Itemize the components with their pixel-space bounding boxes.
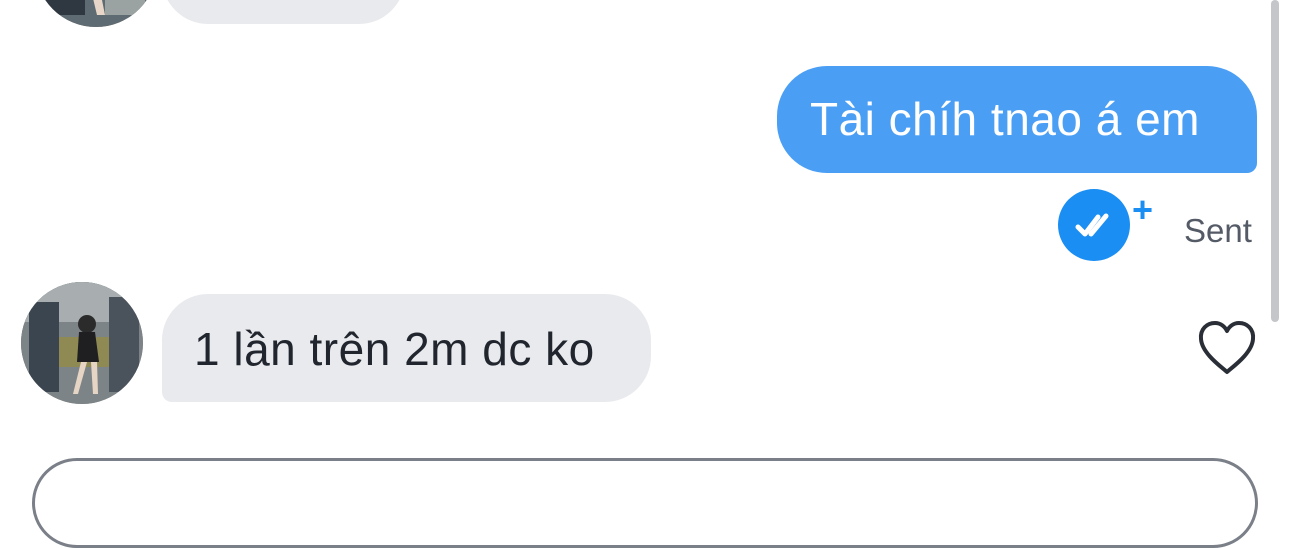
message-bubble-received[interactable] bbox=[162, 0, 405, 24]
message-bubble-sent[interactable]: Tài chíh tnao á em bbox=[777, 66, 1257, 173]
heart-outline-icon[interactable] bbox=[1196, 318, 1258, 378]
message-text: 1 lần trên 2m dc ko bbox=[194, 323, 595, 375]
scrollbar[interactable] bbox=[1271, 0, 1279, 322]
message-bubble-received[interactable]: 1 lần trên 2m dc ko bbox=[162, 294, 651, 402]
message-text: Tài chíh tnao á em bbox=[810, 93, 1200, 145]
message-input[interactable] bbox=[32, 458, 1258, 548]
double-check-icon bbox=[1058, 189, 1130, 261]
contact-avatar[interactable] bbox=[21, 282, 143, 404]
message-status-label: Sent bbox=[1184, 212, 1252, 249]
plus-icon[interactable]: + bbox=[1132, 192, 1153, 228]
contact-avatar[interactable] bbox=[35, 0, 157, 27]
